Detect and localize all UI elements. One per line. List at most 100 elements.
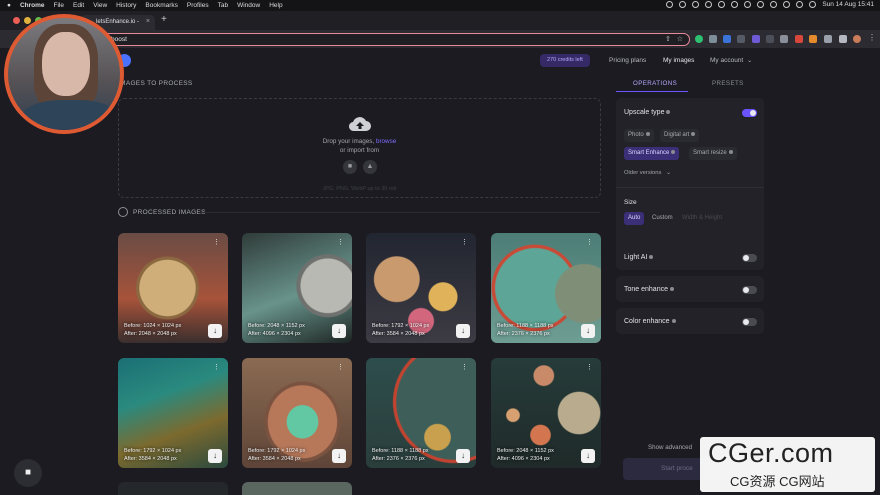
pricing-plans-link[interactable]: Pricing plans bbox=[609, 57, 646, 64]
size-label: Size bbox=[624, 199, 637, 206]
credits-badge[interactable]: 270 credits left bbox=[540, 54, 590, 67]
browse-link[interactable]: browse bbox=[376, 138, 396, 145]
menu-profiles[interactable]: Profiles bbox=[187, 2, 209, 9]
search-icon[interactable] bbox=[783, 1, 791, 8]
camera-icon[interactable] bbox=[731, 1, 739, 8]
tab-presets[interactable]: PRESETS bbox=[712, 80, 744, 87]
tab-operations[interactable]: OPERATIONS bbox=[633, 80, 677, 87]
download-icon[interactable]: ↓ bbox=[208, 449, 222, 463]
menu-window[interactable]: Window bbox=[237, 2, 260, 9]
my-images-link[interactable]: My images bbox=[663, 57, 694, 64]
card-menu-icon[interactable]: ⋮ bbox=[213, 238, 220, 246]
download-icon[interactable]: ↓ bbox=[208, 324, 222, 338]
google-drive-icon[interactable]: ▲ bbox=[363, 160, 377, 174]
extension-grid-icon[interactable] bbox=[709, 35, 717, 43]
extension-red-icon[interactable] bbox=[795, 35, 803, 43]
type-smart-enhance-chip[interactable]: Smart Enhance bbox=[624, 147, 680, 160]
profile-avatar[interactable] bbox=[853, 35, 861, 43]
size-custom-chip[interactable]: Custom bbox=[648, 212, 677, 225]
image-card-10[interactable] bbox=[242, 482, 352, 495]
play-icon[interactable] bbox=[692, 1, 700, 8]
download-icon[interactable]: ↓ bbox=[581, 449, 595, 463]
card-menu-icon[interactable]: ⋮ bbox=[337, 363, 344, 371]
image-card-2[interactable]: ⋮ Before: 2048 × 1152 px After: 4096 × 23… bbox=[242, 233, 352, 343]
window-icon[interactable] bbox=[757, 1, 765, 8]
menu-edit[interactable]: Edit bbox=[73, 2, 84, 9]
gamepad-icon[interactable] bbox=[705, 1, 713, 8]
extension-box-icon[interactable] bbox=[780, 35, 788, 43]
processed-images-title: PROCESSED IMAGES bbox=[133, 208, 206, 216]
card-menu-icon[interactable]: ⋮ bbox=[586, 238, 593, 246]
image-card-7[interactable]: ⋮ Before: 1188 × 1188 px After: 2376 × 23… bbox=[366, 358, 476, 468]
card-menu-icon[interactable]: ⋮ bbox=[586, 363, 593, 371]
download-icon[interactable]: ↓ bbox=[332, 324, 346, 338]
download-icon[interactable]: ↓ bbox=[456, 324, 470, 338]
menu-help[interactable]: Help bbox=[269, 2, 282, 9]
metamask-icon[interactable] bbox=[809, 35, 817, 43]
tone-enhance-toggle[interactable] bbox=[742, 286, 757, 294]
image-card-3[interactable]: ⋮ Before: 1792 × 1024 px After: 3584 × 20… bbox=[366, 233, 476, 343]
select-all-checkbox[interactable] bbox=[118, 207, 128, 217]
image-card-6[interactable]: ⋮ Before: 1792 × 1024 px After: 3584 × 20… bbox=[242, 358, 352, 468]
upload-dropzone[interactable]: Drop your images, browse or import from … bbox=[118, 98, 601, 198]
tab-close-icon[interactable]: × bbox=[146, 18, 150, 25]
chrome-menu-icon[interactable]: ⋮ bbox=[868, 33, 876, 42]
extension-shield-icon[interactable] bbox=[737, 35, 745, 43]
menu-file[interactable]: File bbox=[54, 2, 64, 9]
accepted-formats: JPG, PNG, WebP up to 30 mb bbox=[322, 186, 397, 192]
control-center-icon[interactable] bbox=[796, 1, 804, 8]
wifi-icon[interactable] bbox=[770, 1, 778, 8]
show-advanced-link[interactable]: Show advanced bbox=[648, 444, 692, 451]
menu-history[interactable]: History bbox=[116, 2, 136, 9]
share-icon[interactable]: ⇧ bbox=[665, 35, 671, 43]
extensions-puzzle-icon[interactable] bbox=[824, 35, 832, 43]
clock[interactable]: Sun 14 Aug 15:41 bbox=[822, 1, 874, 8]
card-menu-icon[interactable]: ⋮ bbox=[461, 363, 468, 371]
card-menu-icon[interactable]: ⋮ bbox=[461, 238, 468, 246]
record-icon[interactable] bbox=[666, 1, 674, 8]
bookmark-star-icon[interactable]: ☆ bbox=[677, 35, 683, 43]
address-bar[interactable]: boost ⇧ ☆ bbox=[60, 33, 690, 46]
type-digital-art-chip[interactable]: Digital art bbox=[660, 129, 700, 142]
color-enhance-toggle[interactable] bbox=[742, 318, 757, 326]
upscale-type-toggle[interactable] bbox=[742, 109, 757, 117]
menu-chrome[interactable]: Chrome bbox=[20, 2, 45, 9]
image-card-5[interactable]: ⋮ Before: 1792 × 1024 px After: 3584 × 20… bbox=[118, 358, 228, 468]
extension-green-icon[interactable] bbox=[695, 35, 703, 43]
processed-images-header: PROCESSED IMAGES bbox=[118, 207, 206, 217]
size-auto-chip[interactable]: Auto bbox=[624, 212, 645, 225]
type-photo-chip[interactable]: Photo bbox=[624, 129, 654, 142]
close-window-icon[interactable] bbox=[13, 17, 20, 24]
type-smart-resize-chip[interactable]: Smart resize bbox=[689, 147, 737, 160]
image-card-1[interactable]: ⋮ Before: 1024 × 1024 px After: 2048 × 20… bbox=[118, 233, 228, 343]
size-width-height-chip[interactable]: Width & Height bbox=[678, 212, 726, 225]
siri-icon[interactable] bbox=[809, 1, 817, 8]
apple-menu-icon[interactable]: ● bbox=[7, 2, 11, 9]
image-card-4[interactable]: ⋮ Before: 1188 × 1188 px After: 2376 × 23… bbox=[491, 233, 601, 343]
light-ai-toggle[interactable] bbox=[742, 254, 757, 262]
image-card-8[interactable]: ⋮ Before: 2048 × 1152 px After: 4096 × 23… bbox=[491, 358, 601, 468]
menu-view[interactable]: View bbox=[93, 2, 107, 9]
color-enhance-box: Color enhance bbox=[616, 308, 764, 334]
sidebar-icon[interactable] bbox=[839, 35, 847, 43]
timer-icon[interactable] bbox=[679, 1, 687, 8]
cloud-icon[interactable] bbox=[718, 1, 726, 8]
download-icon[interactable]: ↓ bbox=[332, 449, 346, 463]
older-versions-toggle[interactable]: Older versions ⌄ bbox=[624, 170, 671, 176]
menu-bookmarks[interactable]: Bookmarks bbox=[145, 2, 178, 9]
menu-tab[interactable]: Tab bbox=[218, 2, 228, 9]
image-card-9[interactable] bbox=[118, 482, 228, 495]
extension-blue-icon[interactable] bbox=[723, 35, 731, 43]
folder-import-icon[interactable]: ■ bbox=[343, 160, 357, 174]
card-menu-icon[interactable]: ⋮ bbox=[337, 238, 344, 246]
chat-support-button[interactable]: ■ bbox=[14, 459, 42, 487]
my-account-menu[interactable]: My account ⌄ bbox=[710, 57, 752, 64]
download-icon[interactable]: ↓ bbox=[456, 449, 470, 463]
extension-purple-icon[interactable] bbox=[752, 35, 760, 43]
new-tab-button[interactable]: + bbox=[161, 14, 167, 25]
tone-enhance-label: Tone enhance bbox=[624, 286, 674, 293]
download-icon[interactable]: ↓ bbox=[581, 324, 595, 338]
extension-dark-icon[interactable] bbox=[766, 35, 774, 43]
card-menu-icon[interactable]: ⋮ bbox=[213, 363, 220, 371]
lock-icon[interactable] bbox=[744, 1, 752, 8]
